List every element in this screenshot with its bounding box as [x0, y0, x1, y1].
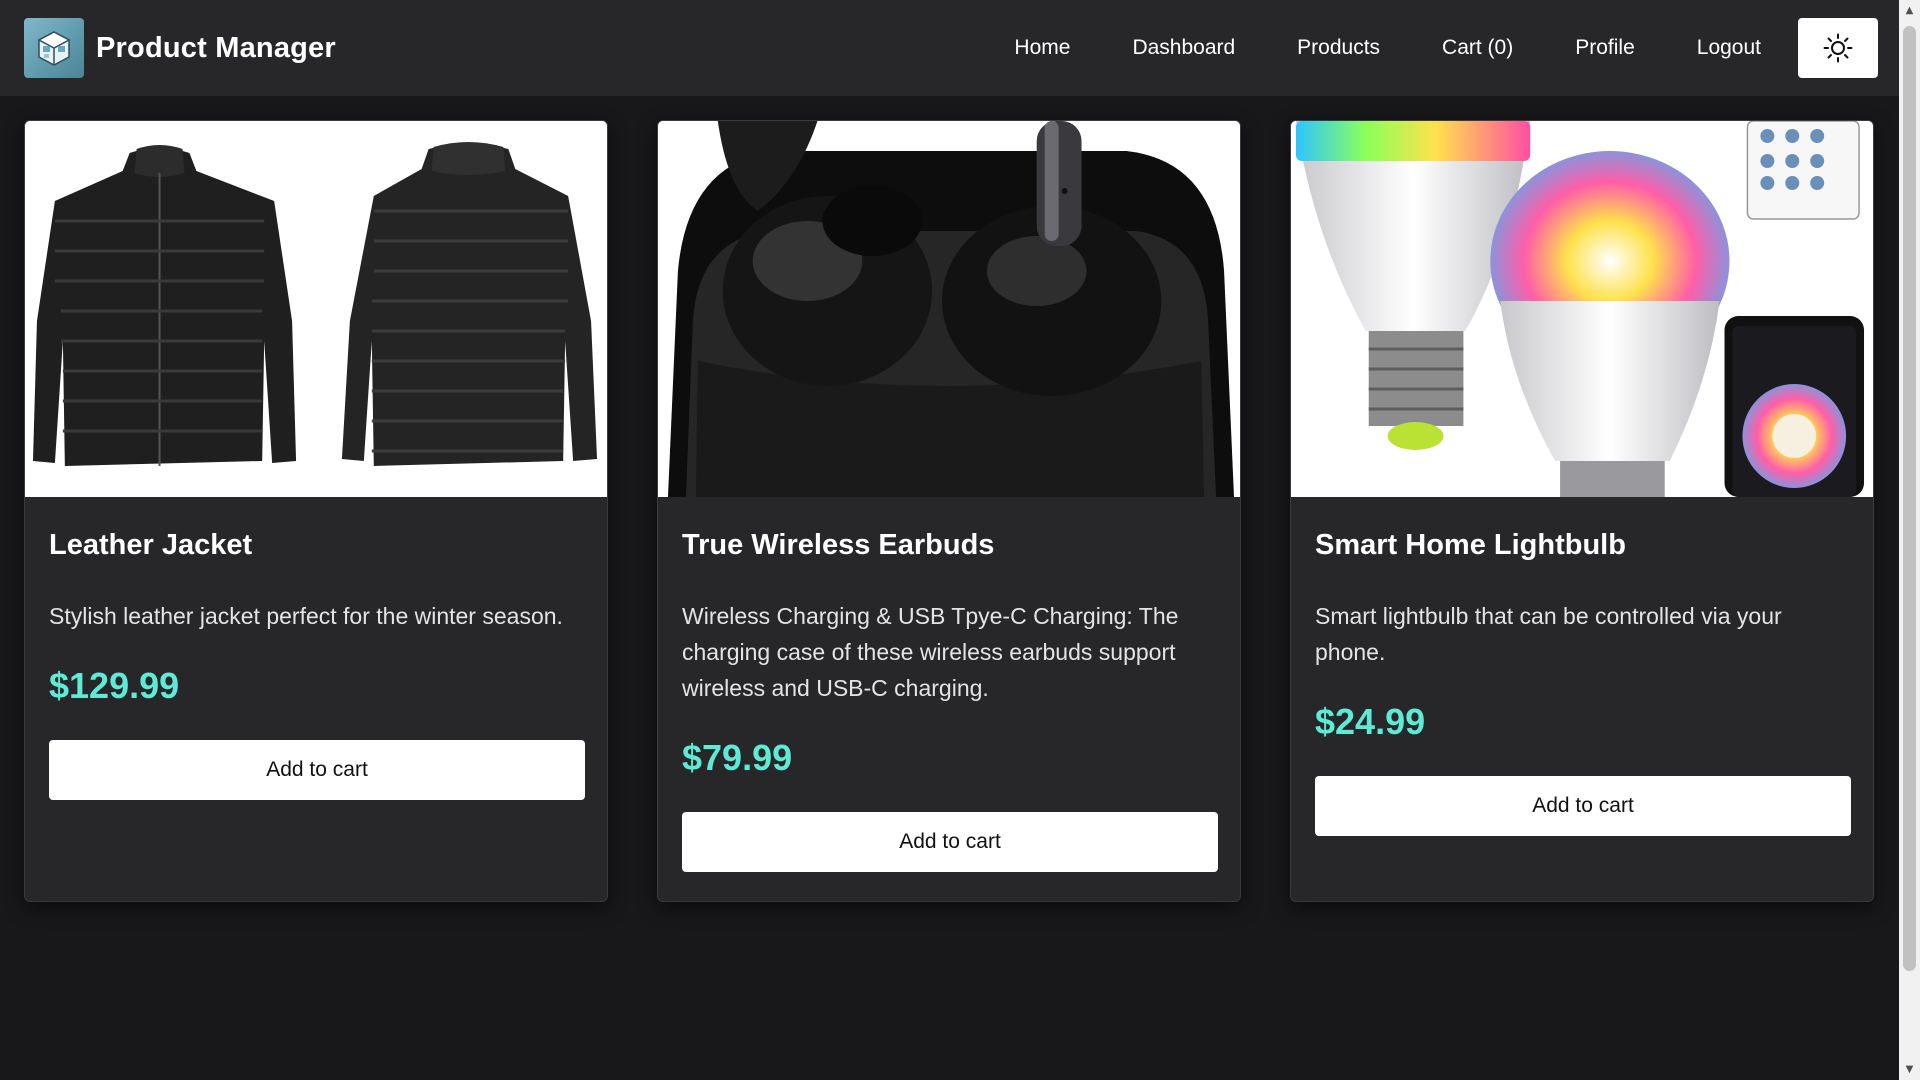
nav-cart[interactable]: Cart (0) — [1442, 36, 1513, 60]
product-card: Smart Home Lightbulb Smart lightbulb tha… — [1290, 120, 1874, 902]
nav-products[interactable]: Products — [1297, 36, 1380, 60]
add-to-cart-button[interactable]: Add to cart — [682, 812, 1218, 872]
product-description: Smart lightbulb that can be controlled v… — [1315, 603, 1782, 665]
product-price: $79.99 — [682, 737, 793, 778]
product-name: True Wireless Earbuds — [682, 529, 995, 561]
add-to-cart-button[interactable]: Add to cart — [1315, 776, 1851, 836]
product-image-jacket[interactable] — [25, 121, 607, 497]
product-card: True Wireless Earbuds Wireless Charging … — [657, 120, 1241, 902]
navbar: Product Manager Home Dashboard Products … — [0, 0, 1899, 96]
page-scrollbar[interactable]: ▲ ▼ — [1899, 0, 1920, 1080]
sun-icon — [1823, 33, 1853, 63]
product-description: Stylish leather jacket perfect for the w… — [49, 603, 563, 629]
product-image-lightbulb[interactable] — [1291, 121, 1873, 497]
add-to-cart-button[interactable]: Add to cart — [49, 740, 585, 800]
card-body: True Wireless Earbuds Wireless Charging … — [658, 497, 1240, 872]
nav-home[interactable]: Home — [1014, 36, 1070, 60]
product-name: Leather Jacket — [49, 529, 253, 561]
cube-box-icon — [24, 18, 84, 78]
card-body: Smart Home Lightbulb Smart lightbulb tha… — [1291, 497, 1873, 836]
product-price: $24.99 — [1315, 701, 1426, 742]
nav-logout[interactable]: Logout — [1697, 36, 1761, 60]
scrollbar-thumb[interactable] — [1903, 26, 1916, 971]
scroll-up-arrow-icon[interactable]: ▲ — [1899, 0, 1920, 21]
brand[interactable]: Product Manager — [24, 18, 336, 78]
product-description: Wireless Charging & USB Tpye-C Charging:… — [682, 603, 1179, 701]
app-root: Product Manager Home Dashboard Products … — [0, 0, 1920, 1080]
scroll-down-arrow-icon[interactable]: ▼ — [1899, 1059, 1920, 1080]
product-card: Leather Jacket Stylish leather jacket pe… — [24, 120, 608, 902]
product-price: $129.99 — [49, 665, 180, 706]
app-title: Product Manager — [96, 31, 336, 64]
product-name: Smart Home Lightbulb — [1315, 529, 1626, 561]
theme-toggle-button[interactable] — [1798, 18, 1878, 78]
nav-dashboard[interactable]: Dashboard — [1132, 36, 1235, 60]
card-body: Leather Jacket Stylish leather jacket pe… — [25, 497, 607, 800]
product-image-earbuds[interactable] — [658, 121, 1240, 497]
nav-profile[interactable]: Profile — [1575, 36, 1635, 60]
product-grid: Leather Jacket Stylish leather jacket pe… — [24, 120, 1874, 902]
nav-links: Home Dashboard Products Cart (0) Profile… — [1014, 36, 1761, 60]
